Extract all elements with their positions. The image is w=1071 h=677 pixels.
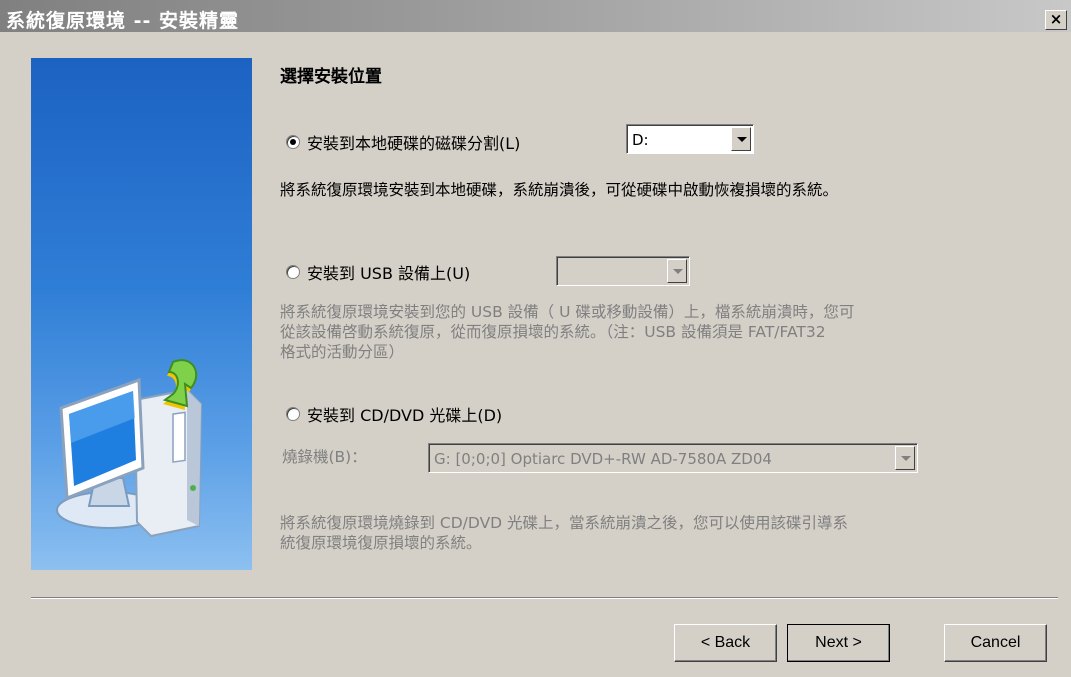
back-button[interactable]: < Back xyxy=(674,624,777,662)
usb-description-line: 將系統復原環境安裝到您的 USB 設備（ U 碟或移動設備）上，檔系統崩潰時，您… xyxy=(280,303,855,321)
partition-select-value: D: xyxy=(632,131,649,149)
local-disk-description: 將系統復原環境安裝到本地硬碟，系統崩潰後，可從硬碟中啟動恢複損壞的系統。 xyxy=(280,181,839,199)
next-button[interactable]: Next > xyxy=(787,624,890,662)
footer-divider xyxy=(31,597,1058,599)
cd-dvd-description-line: 統復原環境復原損壞的系統。 xyxy=(280,534,482,552)
window-title: 系統復原環境 -- 安裝精靈 xyxy=(6,10,240,32)
usb-label[interactable]: 安裝到 USB 設備上(U) xyxy=(307,260,470,284)
local-disk-radio[interactable] xyxy=(286,135,300,149)
cd-dvd-radio[interactable] xyxy=(286,407,300,421)
usb-description-line: 從該設備啓動系統復原，從而復原損壞的系統。（注：USB 設備須是 FAT/FAT… xyxy=(280,323,826,341)
computer-install-icon xyxy=(56,359,203,538)
title-bar: 系統復原環境 -- 安裝精靈 × xyxy=(0,0,1071,32)
usb-radio[interactable] xyxy=(286,265,300,279)
close-icon: × xyxy=(1049,10,1063,28)
partition-select[interactable]: D: xyxy=(626,124,754,154)
local-disk-label[interactable]: 安裝到本地硬碟的磁碟分割(L) xyxy=(307,130,520,154)
cancel-button[interactable]: Cancel xyxy=(944,624,1047,662)
usb-description: 將系統復原環境安裝到您的 USB 設備（ U 碟或移動設備）上，檔系統崩潰時，您… xyxy=(280,302,854,362)
chevron-down-icon xyxy=(667,259,687,283)
burner-select-value: G: [0;0;0] Optiarc DVD+-RW AD-7580A ZD04 xyxy=(434,450,772,468)
cd-dvd-description: 將系統復原環境燒錄到 CD/DVD 光碟上，當系統崩潰之後，您可以使用該碟引導系… xyxy=(280,513,848,553)
page-heading: 選擇安裝位置 xyxy=(280,67,382,87)
chevron-down-icon[interactable] xyxy=(731,127,751,151)
burner-select: G: [0;0;0] Optiarc DVD+-RW AD-7580A ZD04 xyxy=(428,443,918,473)
wizard-side-panel xyxy=(31,58,252,570)
chevron-down-icon xyxy=(895,446,915,470)
usb-device-select xyxy=(556,256,690,286)
cd-dvd-label[interactable]: 安裝到 CD/DVD 光碟上(D) xyxy=(307,402,502,426)
burner-label: 燒錄機(B)： xyxy=(282,448,367,466)
cd-dvd-description-line: 將系統復原環境燒錄到 CD/DVD 光碟上，當系統崩潰之後，您可以使用該碟引導系 xyxy=(280,514,849,532)
close-button[interactable]: × xyxy=(1045,10,1067,30)
usb-description-line: 格式的活動分區） xyxy=(280,343,405,361)
